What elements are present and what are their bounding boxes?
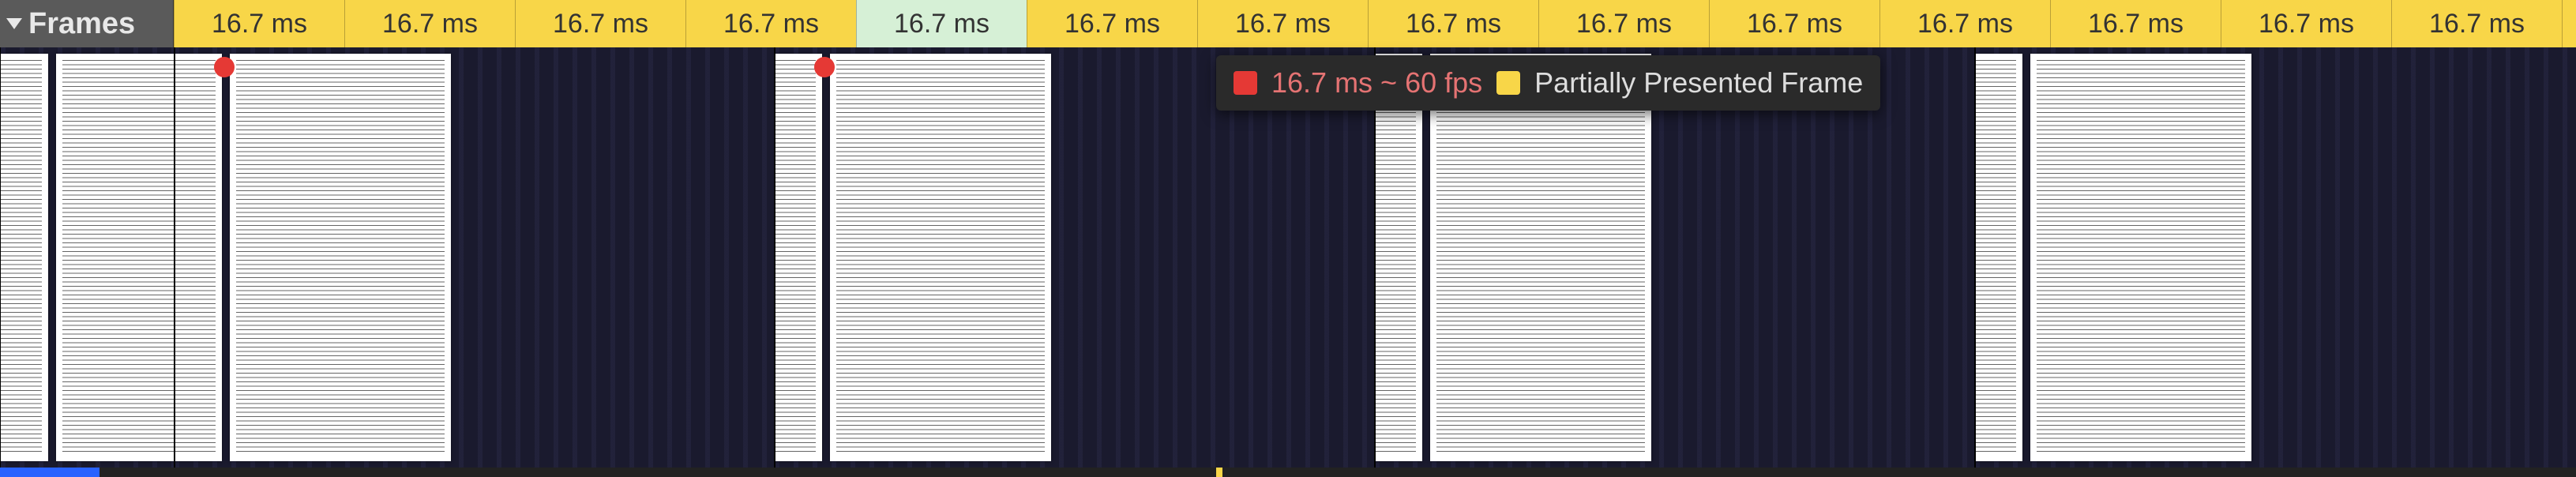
tooltip-yellow-swatch bbox=[1496, 71, 1520, 95]
frame-cell[interactable]: 16.7 ms bbox=[344, 0, 515, 47]
frame-duration-label: 16.7 ms bbox=[723, 9, 819, 39]
page-preview bbox=[2030, 54, 2251, 461]
screenshot-thumb[interactable] bbox=[0, 47, 174, 468]
page-preview bbox=[0, 54, 48, 461]
overview-segment[interactable] bbox=[1216, 468, 1222, 477]
frame-cell[interactable]: 16.7 ms bbox=[1709, 0, 1879, 47]
frame-cell[interactable]: 16.7 ms bbox=[856, 0, 1027, 47]
page-preview bbox=[830, 54, 1051, 461]
thumb-divider bbox=[174, 47, 175, 468]
overview-segment[interactable] bbox=[1222, 468, 2576, 477]
frame-duration-label: 16.7 ms bbox=[212, 9, 307, 39]
frame-duration-label: 16.7 ms bbox=[1576, 9, 1672, 39]
frame-tooltip: 16.7 ms ~ 60 fps Partially Presented Fra… bbox=[1216, 55, 1880, 111]
page-preview bbox=[774, 54, 822, 461]
recording-badge-icon bbox=[814, 57, 835, 77]
frame-cell[interactable]: 16.7 ms bbox=[2050, 0, 2221, 47]
screenshot-thumb[interactable] bbox=[1974, 47, 2576, 468]
frame-duration-label: 16.7 ms bbox=[1406, 9, 1501, 39]
disclosure-triangle-icon[interactable] bbox=[6, 18, 22, 29]
overview-segment[interactable] bbox=[100, 468, 1216, 477]
page-preview bbox=[230, 54, 451, 461]
frame-duration-label: 16.7 ms bbox=[553, 9, 648, 39]
recording-badge-icon bbox=[214, 57, 235, 77]
frame-cell[interactable]: 16.7 ms bbox=[1538, 0, 1709, 47]
frame-cell[interactable]: 16.7 ms bbox=[1197, 0, 1368, 47]
thumb-divider bbox=[774, 47, 775, 468]
frame-duration-label: 16.7 ms bbox=[2259, 9, 2354, 39]
tooltip-red-swatch bbox=[1234, 71, 1257, 95]
frame-duration-label: 16.7 ms bbox=[2088, 9, 2184, 39]
frames-row: 16.7 ms 16.7 ms 16.7 ms 16.7 ms 16.7 ms 16.7 … bbox=[174, 0, 2576, 47]
frame-cell[interactable]: 16.7 ms bbox=[174, 0, 344, 47]
frame-duration-label: 16.7 ms bbox=[894, 9, 989, 39]
frame-duration-label: 16.7 ms bbox=[1235, 9, 1331, 39]
screenshot-thumb[interactable] bbox=[174, 47, 774, 468]
frame-duration-label: 16.7 ms bbox=[1917, 9, 2013, 39]
frame-cell[interactable]: 16.7 bbox=[2562, 0, 2576, 47]
frame-cell[interactable]: 16.7 ms bbox=[1368, 0, 1538, 47]
frame-duration-label: 16.7 ms bbox=[2429, 9, 2525, 39]
frame-duration-label: 16.7 ms bbox=[382, 9, 478, 39]
frame-cell[interactable]: 16.7 ms bbox=[1879, 0, 2050, 47]
overview-segment[interactable] bbox=[0, 468, 100, 477]
page-preview bbox=[1374, 54, 1422, 461]
frame-duration-label: 16.7 ms bbox=[1747, 9, 1842, 39]
page-preview bbox=[56, 54, 174, 461]
tooltip-label: Partially Presented Frame bbox=[1534, 66, 1863, 100]
tooltip-timing: 16.7 ms ~ 60 fps bbox=[1271, 66, 1482, 100]
frame-cell[interactable]: 16.7 ms bbox=[2221, 0, 2391, 47]
frames-track-header[interactable]: Frames bbox=[0, 0, 174, 47]
track-label: Frames bbox=[28, 7, 135, 41]
page-preview bbox=[1974, 54, 2022, 461]
page-preview bbox=[174, 54, 222, 461]
frame-duration-label: 16.7 ms bbox=[1065, 9, 1160, 39]
thumb-divider bbox=[1974, 47, 1976, 468]
frame-cell[interactable]: 16.7 ms bbox=[515, 0, 685, 47]
frame-cell[interactable]: 16.7 ms bbox=[685, 0, 856, 47]
page-preview bbox=[1430, 54, 1651, 461]
overview-strip[interactable] bbox=[0, 468, 2576, 477]
frame-cell[interactable]: 16.7 ms bbox=[2391, 0, 2562, 47]
frame-cell[interactable]: 16.7 ms bbox=[1027, 0, 1197, 47]
